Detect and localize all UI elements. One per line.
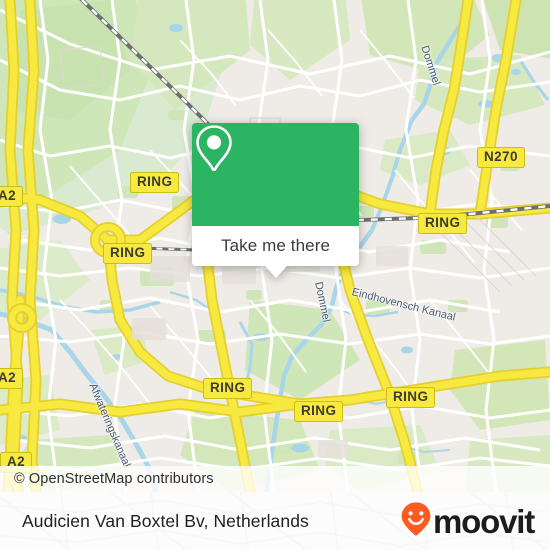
- road-shield-n270: N270: [477, 147, 525, 168]
- osm-attribution[interactable]: © OpenStreetMap contributors: [0, 466, 550, 492]
- callout-pointer: [264, 266, 287, 278]
- moovit-pin-smiley-icon: [399, 501, 433, 542]
- footer-bar: Audicien Van Boxtel Bv, Netherlands moov…: [0, 492, 550, 550]
- road-shield-ring: RING: [203, 378, 253, 399]
- road-shield-ring: RING: [130, 172, 180, 193]
- road-shield-a2: A2: [0, 186, 24, 207]
- location-callout-card[interactable]: Take me there: [192, 123, 359, 278]
- road-shield-ring: RING: [103, 243, 153, 264]
- callout-icon-panel: [192, 123, 359, 226]
- moovit-logo[interactable]: moovit: [399, 501, 535, 542]
- osm-attribution-text: © OpenStreetMap contributors: [14, 471, 214, 487]
- page-title: Audicien Van Boxtel Bv, Netherlands: [22, 510, 309, 531]
- map-screenshot: RING RING RING N270 RING RING RING A2 A2…: [0, 0, 550, 550]
- road-shield-ring: RING: [294, 401, 344, 422]
- take-me-there-label: Take me there: [220, 236, 331, 255]
- road-shield-a2: A2: [0, 368, 24, 389]
- moovit-wordmark: moovit: [433, 502, 535, 540]
- callout-action-panel[interactable]: Take me there: [192, 226, 359, 266]
- map-canvas[interactable]: RING RING RING N270 RING RING RING A2 A2…: [0, 0, 550, 492]
- road-shield-ring: RING: [386, 387, 436, 408]
- road-shield-ring: RING: [418, 213, 468, 234]
